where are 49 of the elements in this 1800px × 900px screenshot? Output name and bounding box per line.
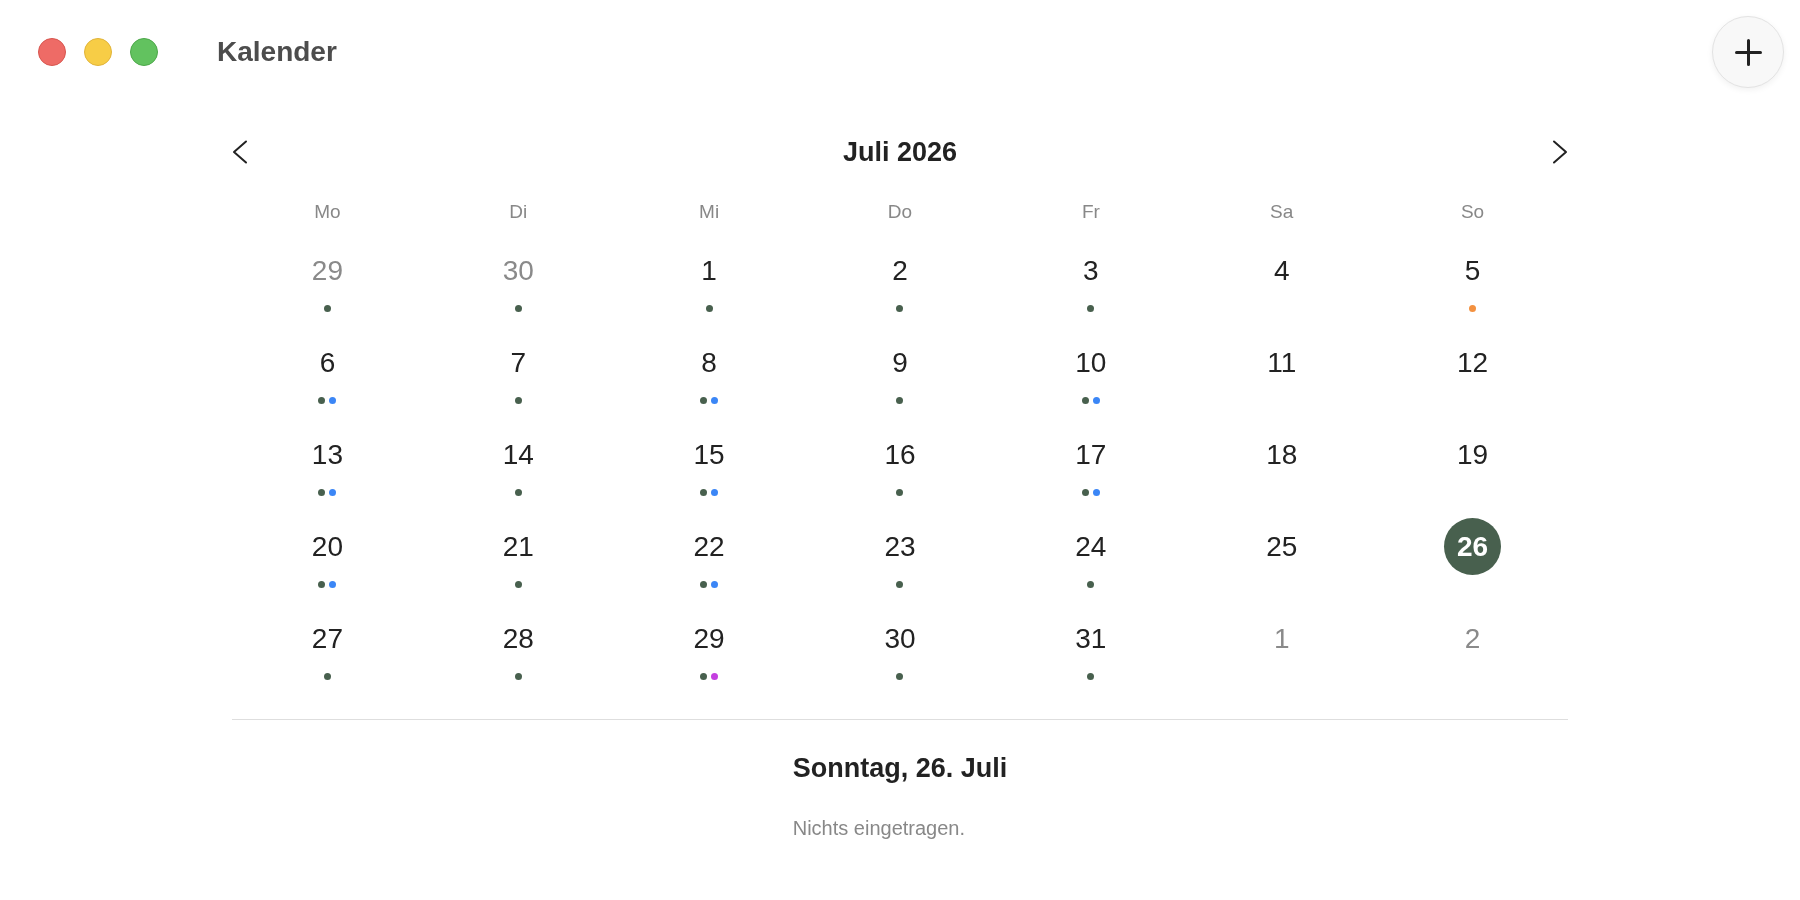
calendar-day[interactable]: 13 xyxy=(298,426,356,483)
selected-date-title: Sonntag, 26. Juli xyxy=(792,752,1008,784)
calendar-day[interactable]: 3 xyxy=(1062,242,1120,299)
calendar-day[interactable]: 30 xyxy=(871,610,929,667)
close-button[interactable] xyxy=(38,38,66,66)
weekday-label: Sa xyxy=(1270,200,1294,224)
calendar-day[interactable]: 26 xyxy=(1444,518,1502,575)
calendar-day[interactable]: 1 xyxy=(680,242,738,299)
calendar-day[interactable]: 15 xyxy=(680,426,738,483)
weekday-label: Mo xyxy=(314,200,341,224)
calendar-day[interactable]: 7 xyxy=(489,334,547,391)
weekday-label: Di xyxy=(509,200,528,224)
weekday-label: Fr xyxy=(1081,200,1100,224)
calendar-day[interactable]: 6 xyxy=(298,334,356,391)
calendar-day[interactable]: 16 xyxy=(871,426,929,483)
month-title: Juli 2026 xyxy=(842,136,958,168)
calendar-day[interactable]: 14 xyxy=(489,426,547,483)
calendar-day[interactable]: 21 xyxy=(489,518,547,575)
weekday-label: So xyxy=(1460,200,1485,224)
zoom-button[interactable] xyxy=(130,38,158,66)
calendar-day[interactable]: 2 xyxy=(871,242,929,299)
chevron-left-icon xyxy=(232,140,248,164)
weekday-label: Mi xyxy=(699,200,720,224)
calendar-day[interactable]: 23 xyxy=(871,518,929,575)
calendar-day[interactable]: 9 xyxy=(871,334,929,391)
calendar-day[interactable]: 22 xyxy=(680,518,738,575)
plus-icon xyxy=(1734,38,1762,66)
calendar-day[interactable]: 11 xyxy=(1253,334,1311,391)
calendar-day[interactable]: 8 xyxy=(680,334,738,391)
calendar-day[interactable]: 5 xyxy=(1444,242,1502,299)
calendar-day[interactable]: 28 xyxy=(489,610,547,667)
empty-state-text: Nichts eingetragen. xyxy=(792,816,966,840)
calendar-day[interactable]: 25 xyxy=(1253,518,1311,575)
window-title: Kalender xyxy=(217,36,337,68)
calendar-day[interactable]: 27 xyxy=(298,610,356,667)
calendar-day[interactable]: 24 xyxy=(1062,518,1120,575)
calendar-day[interactable]: 17 xyxy=(1062,426,1120,483)
calendar-day[interactable]: 18 xyxy=(1253,426,1311,483)
calendar-day[interactable]: 4 xyxy=(1253,242,1311,299)
calendar-day[interactable]: 29 xyxy=(680,610,738,667)
calendar-day[interactable]: 10 xyxy=(1062,334,1120,391)
calendar-day[interactable]: 31 xyxy=(1062,610,1120,667)
calendar-day[interactable]: 12 xyxy=(1444,334,1502,391)
calendar-day[interactable]: 20 xyxy=(298,518,356,575)
weekday-label: Do xyxy=(887,200,913,224)
chevron-right-icon xyxy=(1552,140,1568,164)
next-month-button[interactable] xyxy=(1552,140,1568,164)
calendar-day[interactable]: 19 xyxy=(1444,426,1502,483)
previous-month-button[interactable] xyxy=(232,140,248,164)
